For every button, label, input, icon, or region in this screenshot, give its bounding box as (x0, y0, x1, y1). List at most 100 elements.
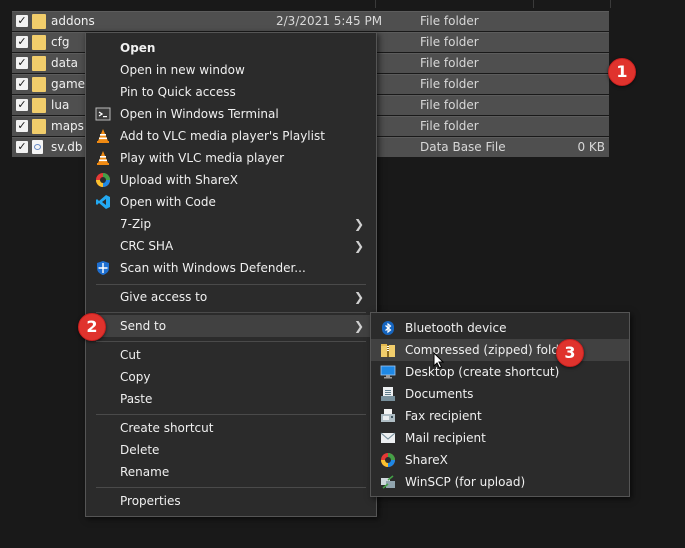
menu-item-label: Open in new window (120, 63, 245, 77)
menu-item-label: Open (120, 41, 156, 55)
menu-item-label: Mail recipient (405, 431, 486, 445)
checkbox[interactable]: ✓ (16, 120, 28, 132)
file-name: maps (51, 119, 84, 133)
fax-icon (380, 408, 396, 424)
submenu-item-fax-recipient[interactable]: Fax recipient (371, 405, 629, 427)
step-badge-2: 2 (78, 313, 106, 341)
vscode-icon (95, 194, 111, 210)
menu-item-label: Add to VLC media player's Playlist (120, 129, 325, 143)
menu-item-label: Fax recipient (405, 409, 482, 423)
windows-defender-shield-icon (95, 260, 111, 276)
menu-item-label: Give access to (120, 290, 208, 304)
chevron-right-icon: ❯ (353, 290, 364, 304)
menu-separator (96, 284, 366, 285)
menu-item-crc-sha[interactable]: CRC SHA ❯ (86, 235, 376, 257)
file-row-addons[interactable]: ✓ addons 2/3/2021 5:45 PM File folder (12, 11, 609, 31)
chevron-right-icon: ❯ (353, 239, 364, 253)
vlc-cone-icon (95, 150, 111, 166)
mail-envelope-icon (380, 430, 396, 446)
column-divider[interactable] (375, 0, 376, 8)
step-badge-1: 1 (608, 58, 636, 86)
file-type: File folder (420, 77, 479, 91)
menu-item-open-new-window[interactable]: Open in new window (86, 59, 376, 81)
menu-item-label: Cut (120, 348, 141, 362)
menu-item-label: Delete (120, 443, 160, 457)
submenu-item-documents[interactable]: Documents (371, 383, 629, 405)
menu-item-pin-quick-access[interactable]: Pin to Quick access (86, 81, 376, 103)
checkbox[interactable]: ✓ (16, 57, 28, 69)
step-badge-3: 3 (556, 339, 584, 367)
column-divider[interactable] (533, 0, 534, 8)
file-date-modified: 2/3/2021 5:45 PM (276, 14, 383, 28)
menu-item-label: Upload with ShareX (120, 173, 238, 187)
menu-item-open[interactable]: Open (86, 37, 376, 59)
menu-item-delete[interactable]: Delete (86, 439, 376, 461)
menu-item-windows-defender-scan[interactable]: Scan with Windows Defender... (86, 257, 376, 279)
menu-item-vlc-playlist[interactable]: Add to VLC media player's Playlist (86, 125, 376, 147)
chevron-right-icon: ❯ (353, 319, 364, 333)
menu-item-label: Create shortcut (120, 421, 214, 435)
menu-separator (96, 312, 366, 313)
checkbox[interactable]: ✓ (16, 15, 28, 27)
submenu-item-mail-recipient[interactable]: Mail recipient (371, 427, 629, 449)
menu-item-rename[interactable]: Rename (86, 461, 376, 483)
menu-item-vlc-play[interactable]: Play with VLC media player (86, 147, 376, 169)
checkbox[interactable]: ✓ (16, 78, 28, 90)
submenu-item-winscp[interactable]: WinSCP (for upload) (371, 471, 629, 493)
menu-item-sharex-upload[interactable]: Upload with ShareX (86, 169, 376, 191)
file-name: cfg (51, 35, 70, 49)
folder-icon (32, 119, 46, 134)
submenu-item-bluetooth[interactable]: Bluetooth device (371, 317, 629, 339)
menu-item-label: WinSCP (for upload) (405, 475, 526, 489)
sharex-icon (95, 172, 111, 188)
menu-item-paste[interactable]: Paste (86, 388, 376, 410)
menu-item-properties[interactable]: Properties (86, 490, 376, 512)
menu-item-give-access[interactable]: Give access to ❯ (86, 286, 376, 308)
menu-item-label: Open in Windows Terminal (120, 107, 279, 121)
column-divider[interactable] (610, 0, 611, 8)
folder-icon (32, 77, 46, 92)
menu-item-send-to[interactable]: Send to ❯ (86, 315, 376, 337)
menu-item-label: Paste (120, 392, 153, 406)
file-name: data (51, 56, 79, 70)
file-name: lua (51, 98, 70, 112)
menu-item-open-with-code[interactable]: Open with Code (86, 191, 376, 213)
menu-item-label: Pin to Quick access (120, 85, 236, 99)
submenu-item-sharex[interactable]: ShareX (371, 449, 629, 471)
folder-icon (32, 35, 46, 50)
folder-icon (32, 98, 46, 113)
menu-item-label: Send to (120, 319, 167, 333)
file-type: File folder (420, 35, 479, 49)
menu-item-open-terminal[interactable]: Open in Windows Terminal (86, 103, 376, 125)
terminal-icon (95, 106, 111, 122)
folder-icon (32, 14, 46, 29)
menu-item-label: Properties (120, 494, 181, 508)
chevron-right-icon: ❯ (353, 217, 364, 231)
file-type: File folder (420, 98, 479, 112)
menu-separator (96, 341, 366, 342)
menu-item-label: CRC SHA (120, 239, 174, 253)
desktop-icon (380, 364, 396, 380)
menu-item-label: Documents (405, 387, 474, 401)
file-type: Data Base File (420, 140, 506, 154)
file-size: 0 KB (577, 140, 605, 154)
menu-item-label: 7-Zip (120, 217, 152, 231)
menu-item-7zip[interactable]: 7-Zip ❯ (86, 213, 376, 235)
winscp-icon (380, 474, 396, 490)
checkbox[interactable]: ✓ (16, 141, 28, 153)
checkbox[interactable]: ✓ (16, 99, 28, 111)
menu-separator (96, 487, 366, 488)
submenu-item-compressed-folder[interactable]: Compressed (zipped) folder (371, 339, 629, 361)
file-type: File folder (420, 119, 479, 133)
context-menu: Open Open in new window Pin to Quick acc… (85, 32, 377, 517)
menu-item-create-shortcut[interactable]: Create shortcut (86, 417, 376, 439)
checkbox[interactable]: ✓ (16, 36, 28, 48)
menu-item-label: Copy (120, 370, 151, 384)
submenu-item-desktop-shortcut[interactable]: Desktop (create shortcut) (371, 361, 629, 383)
menu-item-cut[interactable]: Cut (86, 344, 376, 366)
vlc-cone-icon (95, 128, 111, 144)
menu-separator (96, 414, 366, 415)
documents-icon (380, 386, 396, 402)
file-type: File folder (420, 14, 479, 28)
menu-item-copy[interactable]: Copy (86, 366, 376, 388)
